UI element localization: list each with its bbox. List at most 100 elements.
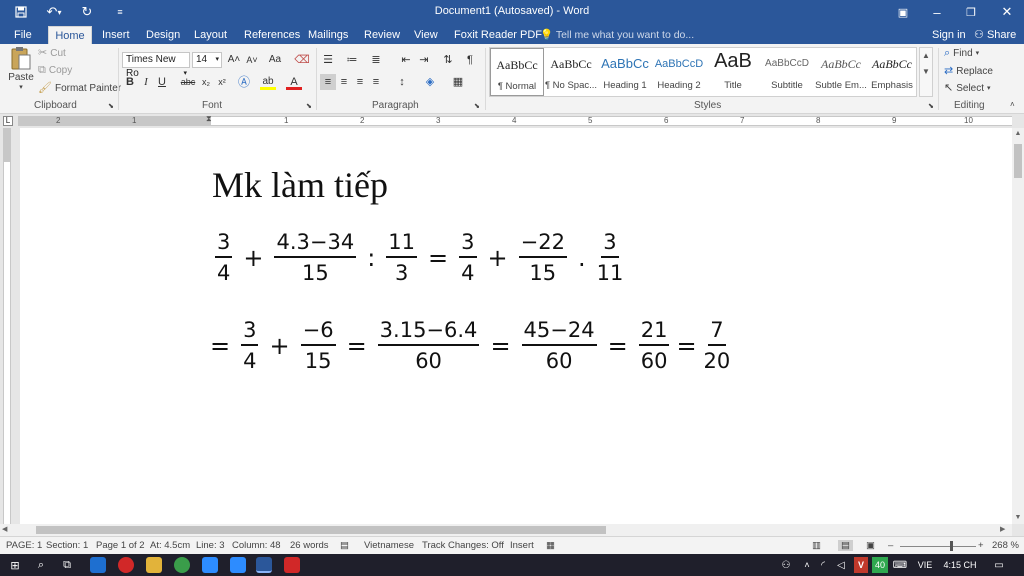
paste-button[interactable]: Paste ▾ — [6, 46, 36, 91]
web-layout-icon[interactable]: ▣ — [866, 540, 875, 551]
vietkey-icon[interactable]: V — [854, 557, 868, 573]
scroll-up-icon[interactable]: ▲ — [1012, 128, 1024, 140]
speaker-icon[interactable]: ◁ — [834, 557, 848, 573]
zoom-out-icon[interactable]: – — [888, 540, 893, 551]
customize-quick-access-icon[interactable]: ≡ — [112, 3, 128, 21]
align-right-icon[interactable]: ≡ — [352, 74, 368, 90]
foxit-reader-icon[interactable] — [284, 557, 300, 573]
undo-icon[interactable]: ↶ ▾ — [42, 3, 66, 21]
align-center-icon[interactable]: ≡ — [336, 74, 352, 90]
search-icon[interactable]: ⌕ — [32, 557, 50, 573]
chrome-browser-icon[interactable] — [174, 557, 190, 573]
ribbon-display-options-icon[interactable]: ▣ — [886, 0, 920, 24]
tab-insert[interactable]: Insert — [96, 26, 136, 44]
sort-icon[interactable]: ⇅ — [440, 52, 456, 68]
close-button[interactable]: ✕ — [990, 0, 1024, 24]
status-insert-mode[interactable]: Insert — [510, 540, 534, 551]
vertical-scrollbar[interactable]: ▲ ▼ — [1012, 128, 1024, 524]
horizontal-scrollbar[interactable]: ◀ ▶ — [0, 524, 1012, 536]
tab-layout[interactable]: Layout — [188, 26, 233, 44]
tab-review[interactable]: Review — [358, 26, 406, 44]
decrease-indent-icon[interactable]: ⇤ — [398, 52, 414, 68]
cut-button[interactable]: ✂ Cut — [38, 47, 66, 59]
styles-launcher-icon[interactable]: ⬊ — [928, 102, 934, 110]
messenger-app-icon[interactable] — [230, 557, 246, 573]
edge-browser-icon[interactable] — [90, 557, 106, 573]
find-button[interactable]: ⌕ Find ▾ — [944, 47, 979, 59]
tab-view[interactable]: View — [408, 26, 444, 44]
shrink-font-button[interactable]: A˅ — [244, 52, 260, 68]
redo-icon[interactable]: ↻ — [78, 3, 96, 21]
word-app-icon[interactable] — [256, 557, 272, 573]
tab-file[interactable]: File — [8, 26, 38, 44]
copy-button[interactable]: ⧉ Copy — [38, 64, 72, 76]
styles-gallery-scroll[interactable]: ▲ ▼ — [919, 47, 933, 97]
tab-references[interactable]: References — [238, 26, 306, 44]
style-subtitle[interactable]: AaBbCcD Subtitle — [760, 48, 814, 96]
save-icon[interactable] — [12, 3, 30, 21]
select-button[interactable]: ↖ Select ▾ — [944, 82, 991, 94]
strikethrough-button[interactable]: abc — [178, 74, 198, 90]
wifi-icon[interactable]: ◜ — [816, 557, 830, 573]
zoom-app-icon[interactable] — [202, 557, 218, 573]
align-left-icon[interactable]: ≡ — [320, 74, 336, 90]
sign-in-link[interactable]: Sign in — [932, 26, 966, 44]
keyboard-icon[interactable]: ⌨ — [892, 557, 908, 573]
style-title[interactable]: AaB Title — [706, 48, 760, 96]
tab-selector-icon[interactable]: L — [3, 116, 13, 126]
zoom-slider[interactable] — [900, 546, 976, 547]
status-track-changes[interactable]: Track Changes: Off — [422, 540, 504, 551]
line-spacing-icon[interactable]: ↕ — [394, 74, 410, 90]
paragraph-launcher-icon[interactable]: ⬊ — [474, 102, 480, 110]
format-painter-button[interactable]: 🖌 Format Painter — [38, 82, 121, 94]
italic-button[interactable]: I — [138, 74, 154, 90]
status-page-of[interactable]: Page 1 of 2 — [96, 540, 145, 551]
multilevel-list-icon[interactable]: ≣ — [368, 52, 384, 68]
file-explorer-icon[interactable] — [146, 557, 162, 573]
text-highlight-color-icon[interactable]: ab — [260, 74, 276, 90]
change-case-button[interactable]: Aa — [264, 52, 286, 68]
status-page[interactable]: PAGE: 1 — [6, 540, 42, 551]
font-name-dropdown[interactable]: Times New Ro ▾ — [122, 52, 190, 79]
status-section[interactable]: Section: 1 — [46, 540, 88, 551]
bold-button[interactable]: B — [122, 74, 138, 90]
bullets-icon[interactable]: ☰ — [320, 52, 336, 68]
clear-formatting-icon[interactable]: ⌫ — [294, 52, 310, 68]
style-heading-1[interactable]: AaBbCc Heading 1 — [598, 48, 652, 96]
tab-foxit-reader-pdf[interactable]: Foxit Reader PDF — [448, 26, 548, 44]
grow-font-button[interactable]: A˄ — [226, 52, 242, 68]
vertical-scroll-thumb[interactable] — [1014, 144, 1022, 178]
scroll-right-icon[interactable]: ▶ — [1000, 524, 1005, 536]
input-language[interactable]: VIE — [914, 557, 936, 573]
tell-me-search[interactable]: 💡 Tell me what you want to do... — [540, 26, 694, 44]
horizontal-scroll-thumb[interactable] — [36, 526, 606, 534]
clock[interactable]: 4:15 CH — [940, 557, 980, 573]
action-center-icon[interactable]: ▭ — [990, 557, 1008, 573]
zoom-level[interactable]: 268 % — [992, 540, 1019, 551]
style-no-spacing[interactable]: AaBbCc ¶ No Spac... — [544, 48, 598, 96]
increase-indent-icon[interactable]: ⇥ — [416, 52, 432, 68]
share-button[interactable]: ⚇ Share — [974, 26, 1016, 44]
status-line[interactable]: Line: 3 — [196, 540, 225, 551]
justify-icon[interactable]: ≡ — [368, 74, 384, 90]
shading-icon[interactable]: ◈ — [422, 74, 438, 90]
windows-start-icon[interactable]: ⊞ — [6, 557, 24, 573]
notification-badge[interactable]: 40 — [872, 557, 888, 573]
style-subtle-emphasis[interactable]: AaBbCc Subtle Em... — [814, 48, 868, 96]
style-heading-2[interactable]: AaBbCcD Heading 2 — [652, 48, 706, 96]
read-mode-icon[interactable]: ▥ — [812, 540, 821, 551]
status-column[interactable]: Column: 48 — [232, 540, 281, 551]
zoom-slider-thumb[interactable] — [950, 541, 953, 551]
style-emphasis[interactable]: AaBbCc Emphasis — [868, 48, 916, 96]
show-hide-paragraph-icon[interactable]: ¶ — [462, 52, 478, 68]
underline-button[interactable]: U — [154, 74, 170, 90]
font-size-dropdown[interactable]: 14 ▾ — [192, 52, 222, 68]
subscript-button[interactable]: x₂ — [198, 74, 214, 90]
superscript-button[interactable]: x² — [214, 74, 230, 90]
tab-home[interactable]: Home — [48, 26, 92, 44]
status-word-count[interactable]: 26 words — [290, 540, 329, 551]
numbering-icon[interactable]: ≔ — [344, 52, 360, 68]
print-layout-icon[interactable]: ▤ — [838, 540, 853, 551]
chevron-up-icon[interactable]: ˄ — [800, 557, 814, 573]
status-language[interactable]: Vietnamese — [364, 540, 414, 551]
